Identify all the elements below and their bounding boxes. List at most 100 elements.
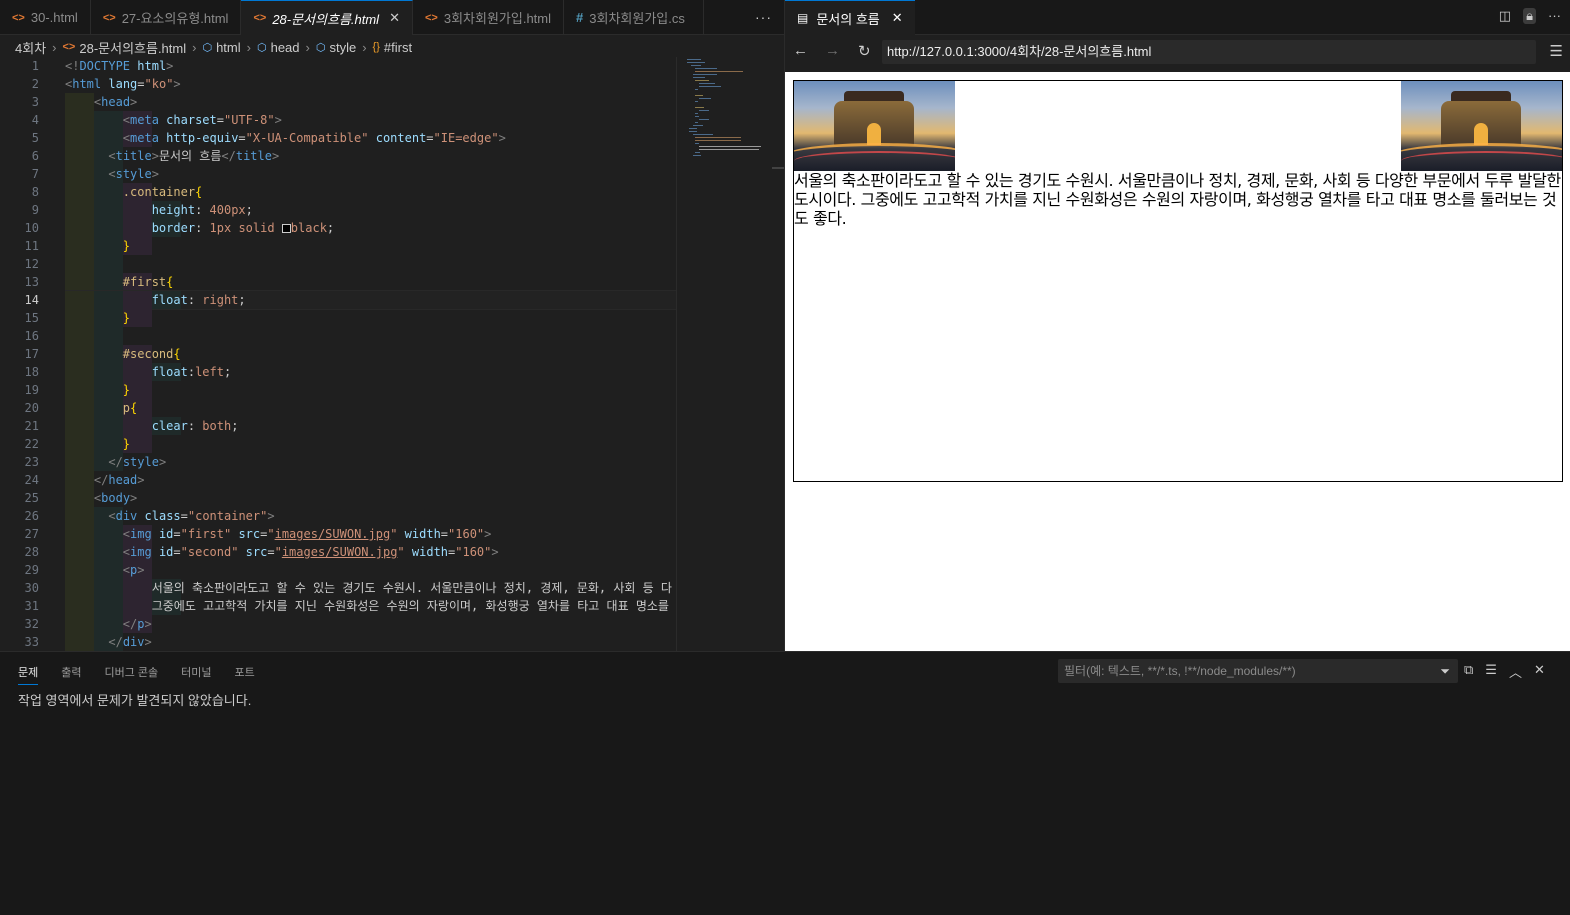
rendered-page: 서울의 축소판이라도고 할 수 있는 경기도 수원시. 서울만큼이나 정치, 경… <box>785 72 1570 651</box>
code-line: #first{ <box>65 273 676 291</box>
maximize-panel-icon[interactable]: ︿ <box>1509 662 1522 681</box>
code-area[interactable]: <!DOCTYPE html> <html lang="ko"> <head> … <box>65 57 676 651</box>
html-file-icon: <> <box>62 41 76 53</box>
chevron-right-icon: › <box>305 39 310 55</box>
line-number: 20 <box>24 401 39 415</box>
line-number: 1 <box>31 59 39 73</box>
breadcrumb-file[interactable]: 28-문서의흐름.html <box>79 38 186 57</box>
line-number-gutter: 1 2 3 4 5 6 7 8 9 10 11 12 13 14 15 16 17 18 19 20 21 22 23 24 2… <box>0 57 52 651</box>
code-line: } <box>65 237 676 255</box>
bottom-panel: 문제 출력 디버그 콘솔 터미널 포트 필터(예: 텍스트, **/*.ts, … <box>0 651 1570 915</box>
html-file-icon: <> <box>12 11 25 24</box>
line-number: 32 <box>24 617 39 631</box>
code-line: </style> <box>65 453 676 471</box>
element-icon: ⬡ <box>202 41 213 54</box>
code-line: <img id="second" src="images/SUWON.jpg" … <box>65 543 676 561</box>
panel-tabs: 문제 출력 디버그 콘솔 터미널 포트 <box>18 664 255 685</box>
problems-message: 작업 영역에서 문제가 발견되지 않았습니다. <box>18 693 252 708</box>
close-icon[interactable]: ✕ <box>892 10 903 26</box>
code-line: </div> <box>65 633 676 651</box>
code-line: <div class="container"> <box>65 507 676 525</box>
tab-preview[interactable]: ▤ 문서의 흐름 ✕ <box>785 0 915 35</box>
line-number: 22 <box>24 437 39 451</box>
tab-problems[interactable]: 문제 <box>18 664 39 685</box>
line-number: 8 <box>31 185 39 199</box>
code-line: <title>문서의 흐름</title> <box>65 147 676 165</box>
tab-label: 3회차회원가입.html <box>443 11 552 26</box>
code-line: #second{ <box>65 345 676 363</box>
suwon-image-left <box>794 81 955 171</box>
tab-output[interactable]: 출력 <box>61 664 81 685</box>
line-number: 26 <box>24 509 39 523</box>
lock-icon[interactable]: 🔒︎ <box>1523 8 1536 24</box>
code-line-current: float: right; <box>65 290 676 310</box>
selector-icon: {} <box>372 41 380 53</box>
vscode-window: <> 30-.html <> 27-요소의유형.html <> 28-문서의흐름.ht… <box>0 0 1570 915</box>
breadcrumb-folder[interactable]: 4회차 <box>15 38 46 57</box>
code-line: } <box>65 309 676 327</box>
line-number: 30 <box>24 581 39 595</box>
more-actions-icon[interactable]: ··· <box>755 9 772 25</box>
code-line: border: 1px solid black; <box>65 219 676 237</box>
code-line: .container{ <box>65 183 676 201</box>
code-line: <meta charset="UTF-8"> <box>65 111 676 129</box>
code-line: 그중에도 고고학적 가치를 지닌 수원화성은 수원의 자랑이며, 화성행궁 열차… <box>65 597 669 615</box>
chevron-right-icon: › <box>246 39 251 55</box>
element-icon: ⬡ <box>315 41 326 54</box>
breadcrumb-selector[interactable]: #first <box>384 40 412 55</box>
line-number: 15 <box>24 311 39 325</box>
back-icon[interactable]: ← <box>793 42 808 59</box>
line-number: 10 <box>24 221 39 235</box>
code-line: </p> <box>65 615 676 633</box>
minimap[interactable] <box>676 57 785 651</box>
collapse-all-icon[interactable]: ⧉ <box>1464 662 1473 681</box>
line-number: 29 <box>24 563 39 577</box>
line-number: 4 <box>31 113 39 127</box>
editor-group: <> 30-.html <> 27-요소의유형.html <> 28-문서의흐름.ht… <box>0 0 785 651</box>
line-number: 28 <box>24 545 39 559</box>
forward-icon[interactable]: → <box>825 42 840 59</box>
code-line: p{ <box>65 399 676 417</box>
url-input[interactable]: http://127.0.0.1:3000/4회차/28-문서의흐름.html <box>882 40 1536 64</box>
code-line: </head> <box>65 471 676 489</box>
browser-navbar: ← → ↻ http://127.0.0.1:3000/4회차/28-문서의흐름… <box>785 36 1570 68</box>
tab-signup-html[interactable]: <> 3회차회원가입.html <box>413 0 565 35</box>
line-number: 31 <box>24 599 39 613</box>
html-file-icon: <> <box>102 11 116 24</box>
close-panel-icon[interactable]: ✕ <box>1534 662 1545 681</box>
tab-debug-console[interactable]: 디버그 콘솔 <box>105 664 159 685</box>
tab-terminal[interactable]: 터미널 <box>181 664 211 685</box>
panel-actions: ⧉ ☰ ︿ ✕ <box>1464 662 1545 681</box>
line-number: 13 <box>24 275 39 289</box>
code-line: float:left; <box>65 363 676 381</box>
menu-icon[interactable]: ☰ <box>1550 42 1563 60</box>
close-icon[interactable]: ✕ <box>389 10 400 26</box>
reload-icon[interactable]: ↻ <box>858 42 871 60</box>
tab-30[interactable]: <> 30-.html <box>0 0 91 35</box>
code-line <box>65 255 676 273</box>
tab-ports[interactable]: 포트 <box>235 664 255 685</box>
tab-label: 28-문서의흐름.html <box>272 11 380 27</box>
css-file-icon: # <box>576 10 584 25</box>
more-actions-icon[interactable]: ··· <box>1548 8 1561 24</box>
line-number: 33 <box>24 635 39 649</box>
breadcrumb-head[interactable]: head <box>271 40 300 55</box>
editor-scrollbar[interactable] <box>770 57 784 651</box>
tab-27[interactable]: <> 27-요소의유형.html <box>91 0 242 35</box>
tab-signup-css[interactable]: #3회차회원가입.cs <box>564 0 705 35</box>
line-number: 9 <box>31 203 39 217</box>
code-line: <img id="first" src="images/SUWON.jpg" w… <box>65 525 676 543</box>
line-number: 12 <box>24 257 39 271</box>
code-line: height: 400px; <box>65 201 676 219</box>
element-icon: ⬡ <box>256 41 267 54</box>
tab-28-active[interactable]: <> 28-문서의흐름.html ✕ <box>241 0 413 35</box>
line-number: 11 <box>24 239 39 253</box>
split-editor-icon[interactable]: ◫ <box>1499 8 1511 24</box>
breadcrumb-style[interactable]: style <box>329 40 356 55</box>
filter-icon[interactable]: ⏷ <box>1440 659 1450 683</box>
chevron-right-icon: › <box>52 39 57 55</box>
view-as-list-icon[interactable]: ☰ <box>1485 662 1497 681</box>
filter-input[interactable]: 필터(예: 텍스트, **/*.ts, !**/node_modules/**)… <box>1058 659 1458 683</box>
line-number: 2 <box>31 77 39 91</box>
breadcrumb-html[interactable]: html <box>216 40 241 55</box>
